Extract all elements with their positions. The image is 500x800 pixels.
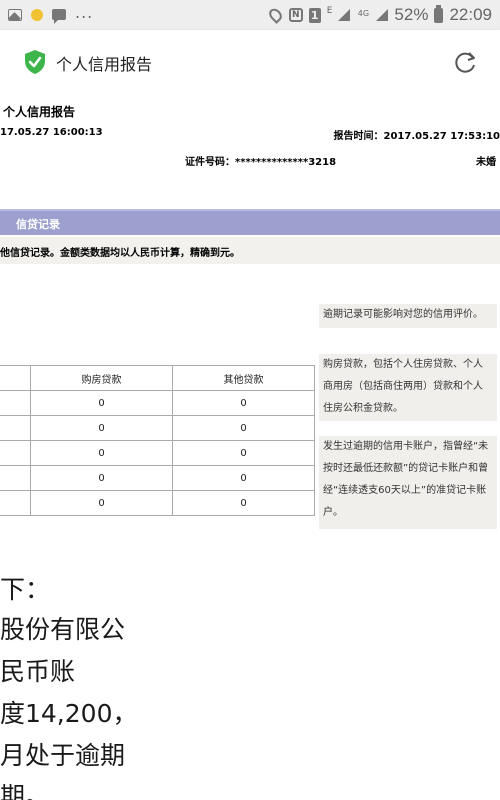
table-cell — [0, 415, 31, 441]
page-title: 个人信用报告 — [56, 55, 153, 74]
zoomed-text-line: 民币账 — [0, 657, 76, 686]
zoomed-text-line: 股份有限公 — [0, 615, 126, 644]
browser-title-bar: 个人信用报告 — [0, 30, 500, 96]
system-icons: N 1 E 4G 52% 22:09 — [266, 4, 492, 25]
table-cell: 0 — [30, 415, 173, 441]
table-cell: 0 — [172, 390, 315, 416]
report-title: 个人信用报告 — [3, 105, 76, 119]
section-title: 信贷记录 — [16, 218, 60, 231]
report-document: 个人信用报告 17.05.27 16:00:13 报告时间：2017.05.27… — [0, 96, 500, 800]
status-bar: ... N 1 E 4G 52% 22:09 — [0, 0, 500, 30]
side-note-overdue-card: 发生过逾期的信用卡账户，指曾经“未按时还最低还款额”的贷记卡账户和曾经“连续透支… — [319, 436, 497, 529]
network-type: 4G — [357, 9, 370, 18]
zoomed-text-line: 下： — [0, 575, 51, 604]
table-row: 0 0 — [0, 490, 315, 516]
signal-icon-2 — [376, 9, 389, 21]
table-header-cell: 购房贷款 — [30, 365, 173, 391]
table-cell: 0 — [30, 440, 173, 466]
gallery-notification-icon — [8, 8, 22, 21]
table-row: 0 0 — [0, 415, 315, 441]
data-e-indicator: E — [326, 6, 333, 16]
section-note: 他信贷记录。金额类数据均以人民币计算，精确到元。 — [0, 248, 240, 259]
table-row: 0 0 — [0, 390, 315, 416]
notification-icons: ... — [8, 3, 93, 24]
location-icon — [266, 6, 285, 24]
table-row: 0 0 — [0, 465, 315, 491]
marital-status: 未婚 — [476, 157, 496, 168]
battery-icon — [434, 4, 444, 23]
app-notification-icon — [31, 8, 43, 21]
id-number: 证件号码：**************3218 — [185, 157, 337, 168]
report-time: 报告时间：2017.05.27 17:53:10 — [333, 131, 500, 142]
more-notifications-icon: ... — [75, 3, 94, 22]
credit-summary-table: 购房贷款 其他贷款 0 0 0 0 0 0 0 0 0 0 — [0, 365, 315, 516]
signal-icon — [338, 9, 351, 21]
message-notification-icon — [52, 9, 66, 24]
table-cell — [0, 390, 31, 416]
secure-shield-icon — [25, 50, 45, 74]
table-cell — [0, 440, 31, 466]
zoomed-text-line: 度14,200， — [0, 699, 138, 728]
nfc-icon: N — [288, 8, 303, 22]
table-cell: 0 — [172, 465, 315, 491]
table-cell — [0, 490, 31, 516]
side-note-housing-loan: 购房贷款，包括个人住房贷款、个人商用房（包括商住两用）贷款和个人住房公积金贷款。 — [319, 354, 497, 421]
section-header: 信贷记录 — [0, 209, 500, 235]
query-time: 17.05.27 16:00:13 — [0, 127, 103, 138]
table-header-cell: 其他贷款 — [172, 365, 315, 391]
zoomed-text-line: 期。 — [0, 782, 51, 800]
table-cell: 0 — [172, 490, 315, 516]
table-header-cell — [0, 365, 31, 391]
table-cell: 0 — [30, 465, 173, 491]
table-cell: 0 — [172, 415, 315, 441]
table-cell: 0 — [172, 440, 315, 466]
clock: 22:09 — [449, 5, 492, 24]
table-row: 0 0 — [0, 440, 315, 466]
table-cell — [0, 465, 31, 491]
refresh-icon[interactable] — [452, 50, 478, 76]
table-cell: 0 — [30, 390, 173, 416]
table-header-row: 购房贷款 其他贷款 — [0, 365, 315, 391]
table-cell: 0 — [30, 490, 173, 516]
section-note-bar: 他信贷记录。金额类数据均以人民币计算，精确到元。 — [0, 237, 500, 264]
battery-percent: 52% — [394, 5, 429, 24]
side-note-overdue: 逾期记录可能影响对您的信用评价。 — [319, 304, 497, 328]
sim-icon: 1 — [308, 7, 321, 23]
zoomed-text-line: 月处于逾期 — [0, 741, 126, 770]
